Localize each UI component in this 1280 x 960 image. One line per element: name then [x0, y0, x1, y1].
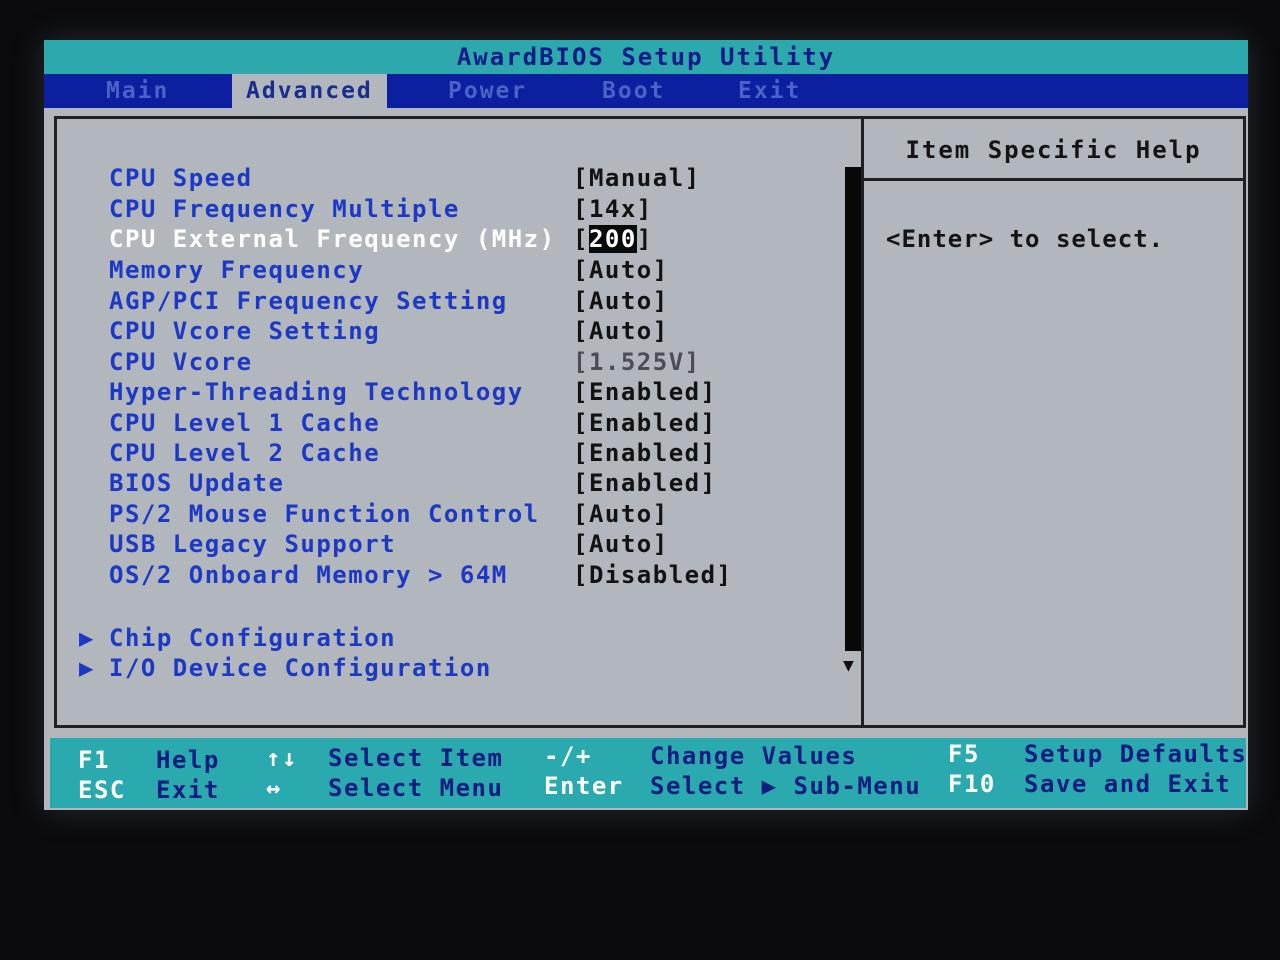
- menu-bar: Main Advanced Power Boot Exit: [44, 74, 1248, 108]
- setting-ps2-mouse[interactable]: PS/2 Mouse Function Control [Auto]: [57, 500, 857, 530]
- submenu-io-device-configuration[interactable]: ▶ I/O Device Configuration: [79, 654, 492, 682]
- setting-value[interactable]: [Auto]: [573, 287, 669, 315]
- setting-value[interactable]: [Enabled]: [573, 439, 717, 467]
- key-enter: Enter: [544, 772, 624, 800]
- setting-value[interactable]: [Enabled]: [573, 378, 717, 406]
- tab-exit[interactable]: Exit: [738, 74, 801, 108]
- setting-label: CPU Vcore Setting: [109, 317, 381, 345]
- key-legend-bar: F1 Help ESC Exit ↑↓ Select Item ↔ Select…: [50, 738, 1246, 808]
- setting-bios-update[interactable]: BIOS Update [Enabled]: [57, 469, 857, 499]
- setting-value[interactable]: [Enabled]: [573, 409, 717, 437]
- setting-label: CPU Level 2 Cache: [109, 439, 381, 467]
- help-text: <Enter> to select.: [886, 225, 1165, 253]
- setting-label: Hyper-Threading Technology: [109, 378, 524, 406]
- key-esc-desc: Exit: [156, 776, 220, 804]
- app-title: AwardBIOS Setup Utility: [44, 40, 1248, 74]
- bracket-open: [: [573, 225, 589, 253]
- setting-value[interactable]: [Auto]: [573, 256, 669, 284]
- setting-label: AGP/PCI Frequency Setting: [109, 287, 508, 315]
- setting-label: CPU Level 1 Cache: [109, 409, 381, 437]
- setting-value[interactable]: [Manual]: [573, 164, 701, 192]
- setting-label: CPU Frequency Multiple: [109, 195, 460, 223]
- setting-cpu-frequency-multiple[interactable]: CPU Frequency Multiple [14x]: [57, 195, 857, 225]
- tab-advanced[interactable]: Advanced: [232, 74, 387, 108]
- setting-usb-legacy[interactable]: USB Legacy Support [Auto]: [57, 530, 857, 560]
- setting-value-editing[interactable]: [200]: [573, 225, 653, 253]
- text-cursor-value[interactable]: 200: [588, 225, 637, 253]
- setting-cpu-l2-cache[interactable]: CPU Level 2 Cache [Enabled]: [57, 439, 857, 469]
- key-enter-desc: Select ▶ Sub-Menu: [650, 772, 922, 800]
- setting-value[interactable]: [Disabled]: [573, 561, 733, 589]
- setting-label: CPU Speed: [109, 164, 253, 192]
- tab-boot[interactable]: Boot: [602, 74, 665, 108]
- scrollbar[interactable]: [845, 167, 861, 651]
- setting-value[interactable]: [Auto]: [573, 500, 669, 528]
- setting-cpu-external-frequency[interactable]: CPU External Frequency (MHz) [200]: [57, 225, 857, 255]
- setting-label: Memory Frequency: [109, 256, 365, 284]
- setting-label-selected: CPU External Frequency (MHz): [109, 225, 556, 253]
- submenu-label: I/O Device Configuration: [109, 654, 492, 682]
- submenu-label: Chip Configuration: [109, 624, 397, 652]
- key-f10: F10: [948, 770, 996, 798]
- setting-hyper-threading[interactable]: Hyper-Threading Technology [Enabled]: [57, 378, 857, 408]
- bios-screen: AwardBIOS Setup Utility Main Advanced Po…: [44, 40, 1248, 810]
- setting-os2-memory[interactable]: OS/2 Onboard Memory > 64M [Disabled]: [57, 561, 857, 591]
- setting-memory-frequency[interactable]: Memory Frequency [Auto]: [57, 256, 857, 286]
- tab-main[interactable]: Main: [106, 74, 169, 108]
- setting-agp-pci-frequency[interactable]: AGP/PCI Frequency Setting [Auto]: [57, 287, 857, 317]
- key-plus-minus-desc: Change Values: [650, 742, 858, 770]
- setting-value[interactable]: [Auto]: [573, 317, 669, 345]
- key-esc: ESC: [78, 776, 126, 804]
- setting-label: USB Legacy Support: [109, 530, 397, 558]
- key-f1-desc: Help: [156, 746, 220, 774]
- setting-cpu-l1-cache[interactable]: CPU Level 1 Cache [Enabled]: [57, 409, 857, 439]
- bracket-close: ]: [636, 225, 653, 253]
- help-title: Item Specific Help: [864, 119, 1243, 181]
- key-f5-desc: Setup Defaults: [1024, 740, 1248, 768]
- triangle-right-icon: ▶: [79, 624, 95, 652]
- settings-panel: CPU Speed [Manual] CPU Frequency Multipl…: [54, 116, 864, 728]
- setting-label: OS/2 Onboard Memory > 64M: [109, 561, 508, 589]
- key-f10-desc: Save and Exit: [1024, 770, 1232, 798]
- key-f1: F1: [78, 746, 110, 774]
- key-up-down-desc: Select Item: [328, 744, 504, 772]
- key-f5: F5: [948, 740, 980, 768]
- setting-cpu-speed[interactable]: CPU Speed [Manual]: [57, 164, 857, 194]
- setting-label: PS/2 Mouse Function Control: [109, 500, 540, 528]
- triangle-right-icon: ▶: [79, 654, 95, 682]
- setting-value[interactable]: [Enabled]: [573, 469, 717, 497]
- key-up-down: ↑↓: [266, 744, 298, 772]
- help-panel: Item Specific Help <Enter> to select.: [864, 116, 1246, 728]
- setting-label: CPU Vcore: [109, 348, 253, 376]
- submenu-chip-configuration[interactable]: ▶ Chip Configuration: [79, 624, 396, 652]
- setting-cpu-vcore: CPU Vcore [1.525V]: [57, 348, 857, 378]
- scroll-down-icon[interactable]: ▼: [843, 655, 854, 676]
- setting-value-readonly: [1.525V]: [573, 348, 701, 376]
- setting-cpu-vcore-setting[interactable]: CPU Vcore Setting [Auto]: [57, 317, 857, 347]
- setting-value[interactable]: [14x]: [573, 195, 653, 223]
- key-plus-minus: -/+: [544, 742, 592, 770]
- setting-value[interactable]: [Auto]: [573, 530, 669, 558]
- setting-label: BIOS Update: [109, 469, 285, 497]
- key-left-right-desc: Select Menu: [328, 774, 504, 802]
- tab-power[interactable]: Power: [448, 74, 527, 108]
- key-left-right: ↔: [266, 774, 282, 802]
